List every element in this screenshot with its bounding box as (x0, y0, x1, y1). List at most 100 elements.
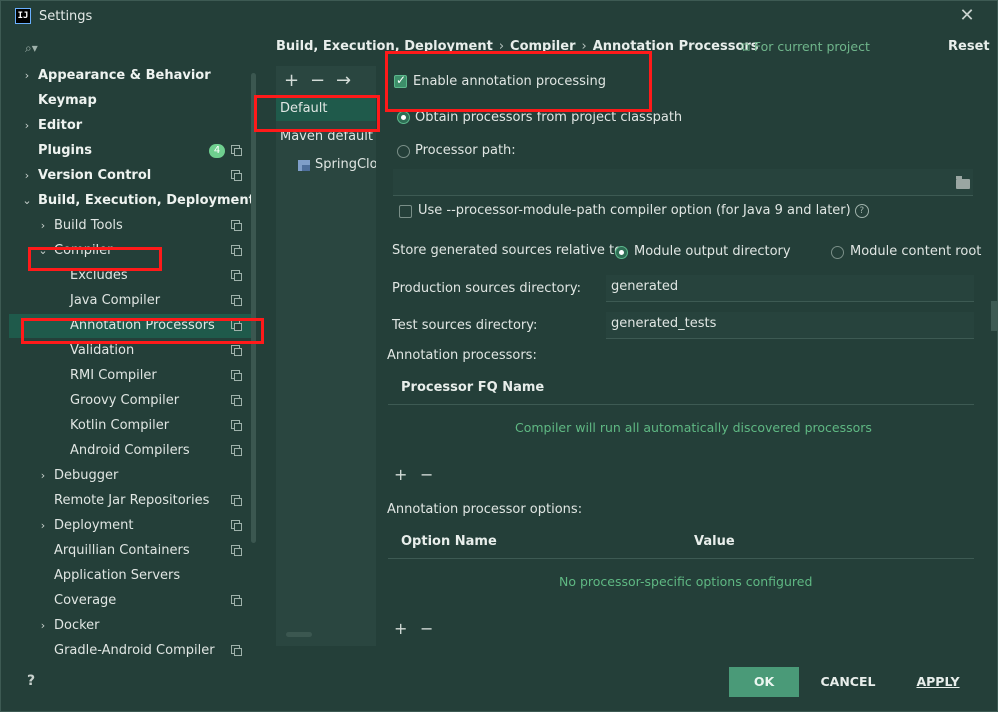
add-option-button[interactable]: + (394, 619, 407, 638)
tree-item-label: Validation (70, 343, 135, 358)
tree-item-label: Android Compilers (70, 443, 190, 458)
ok-button[interactable]: OK (729, 667, 799, 697)
tree-item[interactable]: Groovy Compiler (9, 389, 255, 413)
chevron-right-icon[interactable]: › (37, 614, 49, 638)
processor-fq-name-column[interactable]: Processor FQ Name (401, 380, 544, 395)
processor-path-radio[interactable] (397, 145, 410, 158)
tree-item[interactable]: Arquillian Containers (9, 539, 255, 563)
tree-item[interactable]: ⌄ Build, Execution, Deployment (9, 189, 255, 213)
profiles-scrollbar[interactable] (286, 632, 312, 637)
obtain-from-classpath-label: Obtain processors from project classpath (415, 110, 683, 125)
tree-item-label: Deployment (54, 518, 134, 533)
tree-item[interactable]: Coverage (9, 589, 255, 613)
tree-item[interactable]: › Build Tools (9, 214, 255, 238)
tree-item-label: Excludes (70, 268, 128, 283)
tree-item[interactable]: › Debugger (9, 464, 255, 488)
tree-item[interactable]: RMI Compiler (9, 364, 255, 388)
module-output-directory-radio[interactable] (615, 246, 628, 259)
enable-annotation-processing-checkbox[interactable] (394, 73, 407, 88)
profile-maven-default[interactable]: Maven default a (276, 125, 376, 149)
tree-scrollbar[interactable] (251, 73, 256, 543)
tree-item-label: Build, Execution, Deployment (38, 193, 255, 208)
apply-button[interactable]: APPLY (905, 667, 971, 697)
tree-item-label: Groovy Compiler (70, 393, 180, 408)
remove-profile-button[interactable]: − (310, 70, 325, 92)
tree-item-label: Compiler (54, 243, 113, 258)
tree-item-label: Version Control (38, 168, 152, 183)
processor-path-label: Processor path: (415, 143, 516, 158)
project-settings-icon (231, 445, 242, 456)
project-settings-icon (231, 170, 242, 181)
project-settings-icon (231, 145, 242, 156)
add-profile-button[interactable]: + (284, 70, 299, 92)
tree-item[interactable]: Validation (9, 339, 255, 363)
settings-tree: › Appearance & Behavior Keymap › Editor Plugi… (9, 65, 255, 659)
profile-default[interactable]: Default (276, 97, 376, 121)
test-sources-value: generated_tests (611, 316, 717, 331)
value-column[interactable]: Value (694, 534, 735, 549)
obtain-from-classpath-radio[interactable] (397, 111, 410, 124)
window-title: Settings (39, 9, 93, 24)
module-content-root-radio[interactable] (831, 246, 844, 259)
module-label: SpringClo (315, 157, 376, 172)
tree-item[interactable]: Gradle-Android Compiler (9, 639, 255, 659)
intellij-icon: IJ (15, 8, 31, 24)
cancel-button[interactable]: CANCEL (809, 667, 887, 697)
tree-item[interactable]: › Appearance & Behavior (9, 65, 255, 88)
chevron-right-icon[interactable]: › (37, 214, 49, 238)
search-input[interactable]: ⌕▾ (17, 37, 257, 59)
processors-table-header: Processor FQ Name (388, 370, 974, 405)
tree-item[interactable]: Kotlin Compiler (9, 414, 255, 438)
tree-item-label: Coverage (54, 593, 117, 608)
project-settings-icon (231, 495, 242, 506)
chevron-down-icon[interactable]: ⌄ (21, 189, 33, 213)
tree-item[interactable]: › Deployment (9, 514, 255, 538)
tree-item[interactable]: Keymap (9, 89, 255, 113)
store-generated-label: Store generated sources relative to: (392, 243, 627, 258)
tree-item[interactable]: › Editor (9, 114, 255, 138)
chevron-right-icon[interactable]: › (21, 114, 33, 138)
processor-options-title: Annotation processor options: (387, 502, 583, 517)
close-icon[interactable]: ✕ (957, 5, 977, 27)
chevron-right-icon[interactable]: › (21, 164, 33, 188)
tree-item[interactable]: Excludes (9, 264, 255, 288)
help-button[interactable]: ? (27, 673, 43, 691)
tree-item[interactable]: › Version Control (9, 164, 255, 188)
tree-item[interactable]: ⌄ Compiler (9, 239, 255, 263)
reset-link[interactable]: Reset (948, 39, 990, 54)
tree-item[interactable]: Java Compiler (9, 289, 255, 313)
project-scope-icon: ⧉ (741, 39, 754, 54)
folder-icon[interactable] (956, 176, 970, 189)
test-sources-field[interactable]: generated_tests (606, 312, 974, 339)
add-processor-button[interactable]: + (394, 465, 407, 484)
remove-option-button[interactable]: − (420, 619, 433, 638)
for-current-project-label: ⧉ For current project (741, 39, 870, 55)
tree-item[interactable]: › Docker (9, 614, 255, 638)
chevron-down-icon[interactable]: ⌄ (37, 239, 49, 263)
tree-item-label: Debugger (54, 468, 119, 483)
tree-item-label: Appearance & Behavior (38, 68, 211, 83)
move-profile-button[interactable]: → (336, 70, 351, 92)
chevron-right-icon[interactable]: › (37, 514, 49, 538)
tree-item[interactable]: Plugins 4 (9, 139, 255, 163)
for-current-project-text: For current project (753, 39, 870, 54)
apply-label: APPLY (916, 674, 960, 689)
tree-item[interactable]: Android Compilers (9, 439, 255, 463)
processor-module-path-checkbox[interactable] (399, 205, 412, 218)
tree-item[interactable]: Annotation Processors (9, 314, 255, 338)
chevron-right-icon[interactable]: › (21, 65, 33, 88)
tree-item[interactable]: Remote Jar Repositories (9, 489, 255, 513)
remove-processor-button[interactable]: − (420, 465, 433, 484)
tree-item[interactable]: Application Servers (9, 564, 255, 588)
processor-module-path-text: Use --processor-module-path compiler opt… (418, 203, 851, 218)
help-icon[interactable]: ? (854, 204, 869, 218)
tree-item-label: Docker (54, 618, 100, 633)
window-edge (991, 301, 997, 331)
production-sources-field[interactable]: generated (606, 275, 974, 302)
chevron-right-icon[interactable]: › (37, 464, 49, 488)
profile-module-springclo[interactable]: SpringClo (276, 153, 376, 177)
option-name-column[interactable]: Option Name (401, 534, 497, 549)
tree-item-label: Annotation Processors (70, 318, 215, 333)
processor-path-field[interactable] (393, 169, 973, 196)
test-sources-label: Test sources directory: (392, 318, 538, 333)
